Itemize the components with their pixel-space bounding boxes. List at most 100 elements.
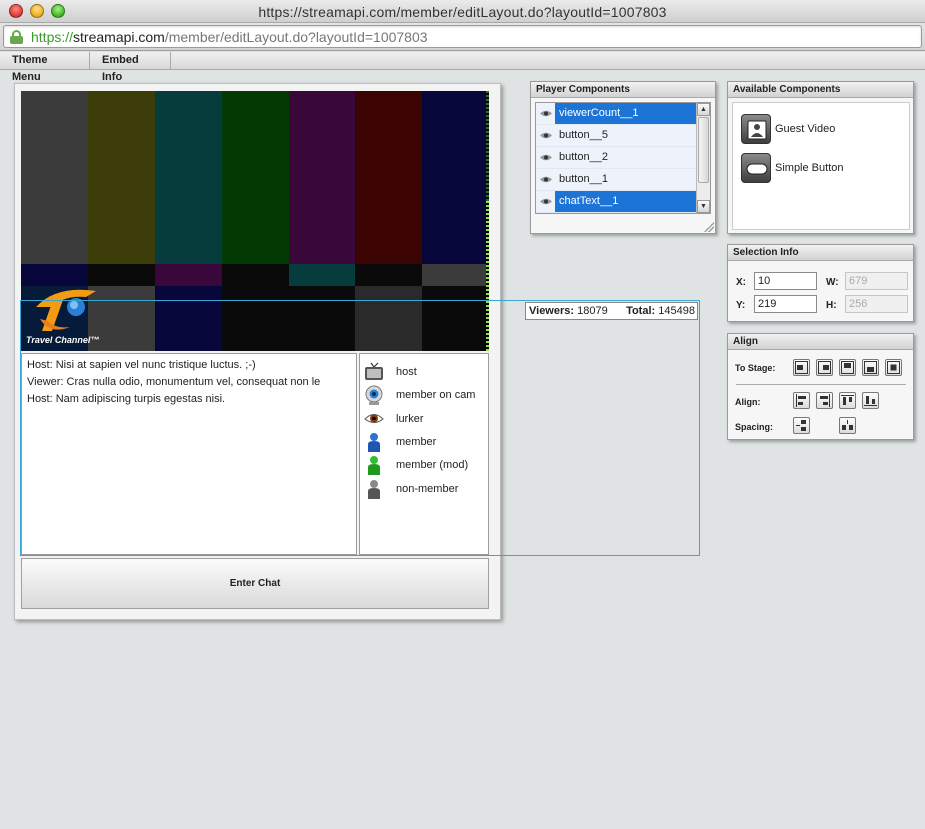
selection-info-panel: Selection Info X: W: Y: H: (727, 244, 914, 322)
user-legend-component[interactable]: host member on cam lurker member member … (359, 353, 489, 555)
legend-label: host (396, 366, 417, 378)
stage-align-left-button[interactable] (793, 359, 810, 376)
player-components-list: viewerCount__1 button__5 button__2 butto… (535, 102, 711, 214)
align-lefts-icon (796, 394, 806, 407)
w-label: W: (826, 277, 839, 288)
component-label: chatText__1 (555, 191, 698, 212)
align-panel: Align To Stage: Align: Spacing: (727, 333, 914, 440)
available-guest-video[interactable]: Guest Video (741, 113, 835, 145)
scroll-down-button[interactable]: ▼ (697, 200, 710, 213)
chat-line: Host: Nam adipiscing turpis egestas nisi… (27, 393, 226, 405)
chat-line: Viewer: Cras nulla odio, monumentum vel,… (27, 376, 321, 388)
x-input[interactable] (754, 272, 817, 290)
chat-text-component[interactable]: Host: Nisi at sapien vel nunc tristique … (21, 353, 357, 555)
panel-resize-grip[interactable] (704, 222, 714, 232)
stage-align-right-button[interactable] (816, 359, 833, 376)
test-pattern-bar (355, 91, 423, 264)
align-lefts-button[interactable] (793, 392, 810, 409)
visibility-eye-icon[interactable] (540, 131, 552, 140)
visibility-eye-icon[interactable] (540, 153, 552, 162)
align-rights-button[interactable] (816, 392, 833, 409)
y-label: Y: (736, 300, 746, 311)
player-components-panel: Player Components viewerCount__1 button_… (530, 81, 716, 234)
webcam-icon (364, 385, 384, 405)
url-scheme: https:// (31, 29, 74, 45)
component-row-button1[interactable]: button__1 (536, 169, 698, 191)
align-divider (736, 384, 906, 385)
align-bottoms-button[interactable] (862, 392, 879, 409)
gray-user-icon (364, 479, 384, 499)
window-title-bar: https://streamapi.com/member/editLayout.… (0, 0, 925, 23)
travel-channel-logo-icon (36, 289, 96, 331)
component-label: viewerCount__1 (555, 103, 698, 124)
chat-line: Host: Nisi at sapien vel nunc tristique … (27, 359, 256, 371)
component-row-button5[interactable]: button__5 (536, 125, 698, 147)
url-text[interactable]: https://streamapi.com/member/editLayout.… (31, 29, 428, 45)
visibility-eye-icon[interactable] (540, 197, 552, 206)
viewer-count-component[interactable]: Viewers: 18079 Total: 145498 (525, 302, 698, 320)
align-label: Align: (735, 397, 761, 407)
test-pattern-bar (21, 91, 88, 264)
legend-label: member on cam (396, 389, 476, 401)
components-scrollbar[interactable]: ▲ ▼ (696, 103, 710, 213)
test-pattern-bar (221, 264, 289, 286)
visibility-eye-icon[interactable] (540, 175, 552, 184)
component-row-button2[interactable]: button__2 (536, 147, 698, 169)
component-label: button__1 (559, 173, 608, 185)
enter-chat-button[interactable]: Enter Chat (21, 558, 489, 609)
align-title: Align (728, 334, 913, 350)
component-label: button__2 (559, 151, 608, 163)
x-label: X: (736, 277, 746, 288)
url-path: /member/editLayout.do?layoutId=1007803 (164, 29, 428, 45)
available-label: Guest Video (775, 123, 836, 135)
selection-info-title: Selection Info (728, 245, 913, 261)
legend-label: non-member (396, 483, 459, 495)
align-rights-icon (820, 394, 830, 407)
legend-row-member-on-cam: member on cam (364, 384, 475, 406)
url-field[interactable]: https://streamapi.com/member/editLayout.… (3, 25, 922, 48)
travel-channel-logo: Travel Channel™ (26, 283, 106, 349)
component-row-viewercount[interactable]: viewerCount__1 (536, 103, 698, 125)
test-pattern-bar (154, 286, 222, 351)
menu-theme[interactable]: Theme Menu (0, 52, 90, 83)
available-components-panel: Available Components Guest Video Simple … (727, 81, 914, 234)
component-row-chattext[interactable]: chatText__1 (536, 191, 698, 213)
menu-embed-info[interactable]: Embed Info (90, 52, 171, 83)
align-left-icon (795, 361, 808, 374)
eye-icon (364, 409, 384, 429)
test-pattern-bar (422, 286, 489, 351)
scroll-thumb[interactable] (698, 117, 709, 183)
legend-label: member (mod) (396, 459, 469, 471)
player-components-title: Player Components (531, 82, 715, 98)
logo-text: Travel Channel™ (26, 335, 100, 345)
h-label: H: (826, 300, 837, 311)
align-top-icon (841, 361, 854, 374)
stage-align-top-button[interactable] (839, 359, 856, 376)
test-pattern-bar (288, 286, 356, 351)
spacing-horizontal-button[interactable] (839, 417, 856, 434)
spacing-horizontal-icon (842, 420, 853, 430)
address-bar: https://streamapi.com/member/editLayout.… (0, 23, 925, 51)
guest-video-icon (741, 114, 771, 144)
legend-label: member (396, 436, 437, 448)
lock-icon (10, 30, 23, 44)
y-input[interactable] (754, 295, 817, 313)
align-right-icon (818, 361, 831, 374)
align-tops-icon (841, 395, 854, 405)
spacing-vertical-button[interactable] (793, 417, 810, 434)
align-bottoms-icon (864, 396, 877, 406)
test-pattern-bar (154, 264, 222, 286)
stage-align-bottom-button[interactable] (862, 359, 879, 376)
window-title: https://streamapi.com/member/editLayout.… (258, 4, 667, 20)
scroll-up-button[interactable]: ▲ (697, 103, 710, 116)
legend-row-host: host (364, 361, 417, 383)
total-value: 145498 (658, 305, 695, 317)
test-pattern-bar (422, 91, 489, 264)
available-simple-button[interactable]: Simple Button (741, 152, 843, 184)
visibility-eye-icon[interactable] (540, 109, 552, 118)
test-pattern-bar (154, 91, 222, 264)
test-pattern-bar (87, 91, 155, 264)
stage-align-center-button[interactable] (885, 359, 902, 376)
align-tops-button[interactable] (839, 392, 856, 409)
to-stage-label: To Stage: (735, 363, 776, 373)
